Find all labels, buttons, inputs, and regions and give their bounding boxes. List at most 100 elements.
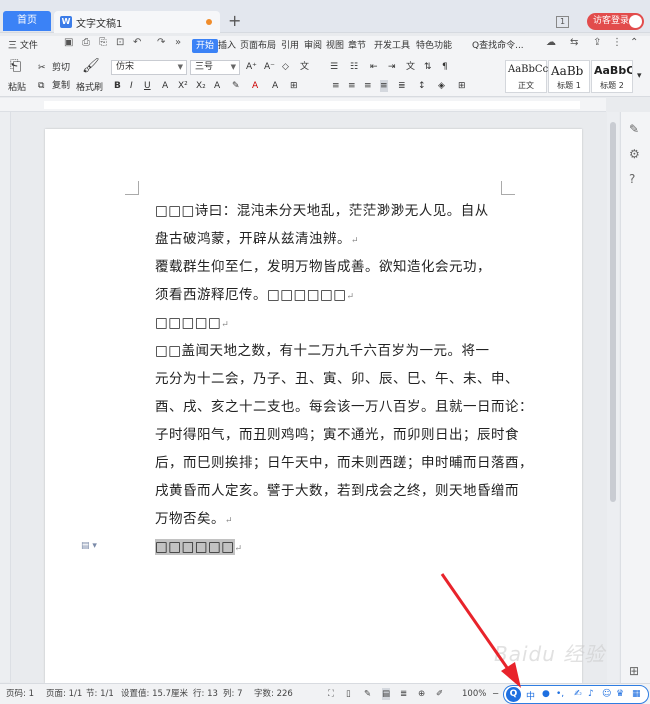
help-icon[interactable]: ?: [629, 172, 635, 186]
fullscreen-icon[interactable]: ⛶: [328, 688, 334, 700]
highlight-icon[interactable]: ✎: [232, 80, 240, 92]
subscript-icon[interactable]: X₂: [196, 80, 206, 92]
paragraph-selected[interactable]: □□□□□□↵: [155, 533, 505, 563]
ime-emoji-icon[interactable]: ☺: [602, 689, 611, 699]
bold-icon[interactable]: B: [114, 80, 121, 92]
outline-view-icon[interactable]: ≣: [400, 688, 407, 700]
align-center-icon[interactable]: ≡: [348, 80, 356, 92]
collab-icon[interactable]: ⇆: [570, 36, 578, 50]
underline-icon[interactable]: U: [144, 80, 151, 92]
document-page[interactable]: □□□诗曰：混沌未分天地乱，茫茫渺渺无人见。自从 盘古破鸿蒙，开辟从兹清浊辨。↵…: [45, 129, 582, 683]
menu-file[interactable]: 三 文件: [8, 39, 38, 53]
zoom-level[interactable]: 100%: [462, 688, 486, 700]
new-tab-button[interactable]: +: [228, 11, 241, 31]
styles-more-icon[interactable]: ▾: [637, 70, 642, 82]
more-options-icon[interactable]: ⋮: [612, 36, 622, 50]
char-border-icon[interactable]: ⊞: [290, 80, 298, 92]
menu-view[interactable]: 视图: [326, 39, 344, 53]
share-icon[interactable]: ⇪: [593, 36, 601, 50]
chinese-layout-icon[interactable]: 文: [406, 61, 415, 73]
menu-start[interactable]: 开始: [192, 39, 219, 53]
line-spacing-icon[interactable]: ↕: [418, 80, 426, 92]
horizontal-ruler[interactable]: [0, 98, 606, 112]
ime-mic-icon[interactable]: ♪: [588, 689, 594, 699]
menu-page-layout[interactable]: 页面布局: [240, 39, 276, 53]
menu-special[interactable]: 特色功能: [416, 39, 452, 53]
grid-apps-icon[interactable]: ⊞: [629, 664, 639, 678]
align-left-icon[interactable]: ≡: [332, 80, 340, 92]
font-color-icon[interactable]: A: [252, 80, 258, 92]
sort-icon[interactable]: ⇅: [424, 61, 432, 73]
page-count[interactable]: 页面: 1/1: [46, 688, 82, 700]
edit-pen-icon[interactable]: ✎: [629, 122, 639, 136]
menu-insert[interactable]: 插入: [218, 39, 236, 53]
clear-format-icon[interactable]: ◇: [282, 61, 289, 73]
vertical-ruler[interactable]: [0, 112, 11, 682]
align-justify-icon[interactable]: ≡: [380, 80, 388, 92]
undo-icon[interactable]: ↶: [133, 36, 141, 50]
format-painter-icon[interactable]: 🖌: [82, 59, 100, 73]
tab-home[interactable]: 首页: [3, 11, 51, 31]
shading-icon[interactable]: ◈: [438, 80, 445, 92]
copy-button[interactable]: 复制: [52, 80, 70, 92]
adjust-sliders-icon[interactable]: ⚙: [629, 147, 640, 161]
menu-developer[interactable]: 开发工具: [374, 39, 410, 53]
ime-tool-icon[interactable]: ✍: [574, 689, 582, 699]
paragraph-poem-1[interactable]: □□□诗曰：混沌未分天地乱，茫茫渺渺无人见。自从 盘古破鸿蒙，开辟从兹清浊辨。↵: [155, 197, 505, 255]
collapse-ribbon-icon[interactable]: ⌃: [630, 36, 638, 50]
font-size-select[interactable]: 三号 ▼: [190, 60, 240, 75]
read-mode-icon[interactable]: ▯: [346, 688, 351, 700]
font-name-select[interactable]: 仿宋 ▼: [111, 60, 187, 75]
strikethrough-icon[interactable]: A: [162, 80, 168, 92]
more-chevron-icon[interactable]: »: [175, 36, 181, 50]
position-value[interactable]: 设置值: 15.7厘米: [121, 688, 188, 700]
zoom-out-icon[interactable]: −: [492, 688, 499, 700]
ime-language[interactable]: 中: [526, 689, 535, 702]
vertical-scrollbar[interactable]: [607, 112, 619, 683]
ime-toolbar[interactable]: Q 中 ● •, ✍ ♪ ☺ ♛ ▦: [503, 685, 649, 704]
window-count-badge[interactable]: 1: [556, 16, 569, 28]
section-count[interactable]: 节: 1/1: [86, 688, 114, 700]
distributed-align-icon[interactable]: ≣: [398, 80, 406, 92]
tab-document[interactable]: W 文字文稿1: [54, 11, 220, 33]
ime-moon-icon[interactable]: ●: [542, 689, 550, 699]
cut-button[interactable]: 剪切: [52, 62, 70, 74]
visitor-login-button[interactable]: 访客登录: [587, 13, 644, 30]
pinyin-icon[interactable]: 文: [300, 61, 309, 73]
char-shading-icon[interactable]: A: [272, 80, 278, 92]
copy-icon[interactable]: ⧉: [38, 80, 44, 92]
print-icon[interactable]: ⎘: [99, 36, 107, 50]
paste-icon[interactable]: ⎗: [10, 59, 21, 73]
menu-review[interactable]: 审阅: [304, 39, 322, 53]
style-heading-1[interactable]: AaBb 标题 1: [548, 60, 590, 93]
menu-chapter[interactable]: 章节: [348, 39, 366, 53]
selected-text[interactable]: □□□□□□: [155, 539, 235, 555]
paste-button[interactable]: 粘贴: [8, 82, 26, 94]
grow-font-icon[interactable]: A⁺: [246, 61, 257, 73]
write-mode-icon[interactable]: ✎: [364, 688, 371, 700]
paragraph-heading[interactable]: □□□□□↵: [155, 309, 505, 339]
style-normal[interactable]: AaBbCcI 正文: [505, 60, 552, 93]
borders-icon[interactable]: ⊞: [458, 80, 466, 92]
superscript-icon[interactable]: X²: [178, 80, 188, 92]
ime-grid-icon[interactable]: ▦: [632, 689, 641, 699]
command-search[interactable]: Q查找命令...: [472, 39, 524, 53]
italic-icon[interactable]: I: [130, 80, 133, 92]
web-view-icon[interactable]: ⊕: [418, 688, 425, 700]
ime-skin-icon[interactable]: ♛: [616, 689, 624, 699]
cut-icon[interactable]: ✂: [38, 62, 46, 74]
shrink-font-icon[interactable]: A⁻: [264, 61, 275, 73]
cloud-icon[interactable]: ☁: [546, 36, 556, 50]
style-heading-2[interactable]: AaBbC 标题 2: [591, 60, 633, 93]
redo-icon[interactable]: ↷: [157, 36, 165, 50]
eye-protect-icon[interactable]: ✐: [436, 688, 443, 700]
increase-indent-icon[interactable]: ⇥: [388, 61, 396, 73]
page-number[interactable]: 页码: 1: [6, 688, 34, 700]
preview-icon[interactable]: ⊡: [116, 36, 124, 50]
paragraph-poem-2[interactable]: 覆载群生仰至仁，发明万物皆成善。欲知造化会元功， 须看西游释厄传。□□□□□□↵: [155, 253, 505, 311]
word-count[interactable]: 字数: 226: [254, 688, 293, 700]
scrollbar-thumb[interactable]: [610, 122, 616, 502]
paragraph-handle-icon[interactable]: ▤ ▾: [81, 541, 97, 551]
export-pdf-icon[interactable]: ⎙: [82, 36, 90, 50]
menu-reference[interactable]: 引用: [281, 39, 299, 53]
